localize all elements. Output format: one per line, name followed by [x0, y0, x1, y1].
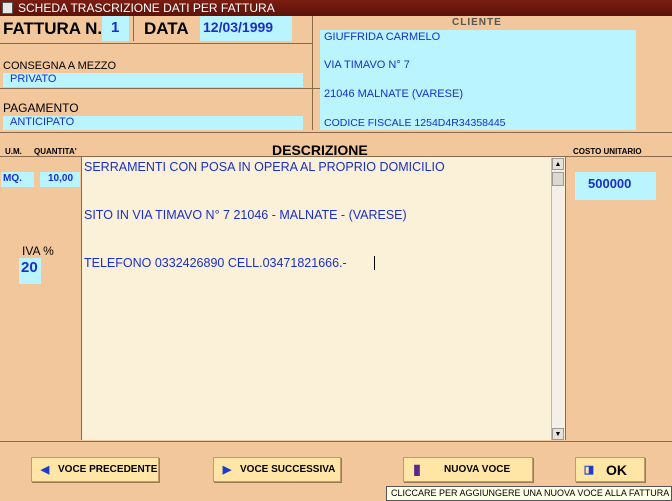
description-line: SITO IN VIA TIMAVO N° 7 21046 - MALNATE …: [84, 208, 407, 222]
scroll-up-icon[interactable]: ▲: [552, 158, 564, 170]
payment-field[interactable]: ANTICIPATO: [3, 116, 303, 130]
client-street: VIA TIMAVO N° 7: [324, 59, 410, 71]
description-textarea[interactable]: SERRAMENTI CON POSA IN OPERA AL PROPRIO …: [81, 157, 565, 440]
unit-column-label: U.M.: [5, 147, 22, 156]
quantity-field[interactable]: 10,00: [40, 172, 80, 187]
tooltip: CLICCARE PER AGGIUNGERE UNA NUOVA VOCE A…: [386, 486, 672, 501]
client-title: CLIENTE: [452, 17, 502, 28]
header-divider-line: [0, 43, 312, 44]
footer-divider: [0, 441, 672, 442]
invoice-number-value: 1: [111, 19, 120, 36]
delivery-divider: [0, 88, 320, 89]
header-divider: [133, 16, 134, 41]
delivery-label: CONSEGNA A MEZZO: [3, 60, 117, 72]
section-divider: [0, 132, 672, 133]
arrow-right-icon: ▶: [222, 464, 232, 476]
book-icon: ▮: [413, 461, 421, 477]
delivery-field[interactable]: PRIVATO: [3, 73, 303, 87]
unit-cost-field[interactable]: 500000: [575, 172, 656, 200]
invoice-number-field[interactable]: 1: [102, 16, 129, 41]
next-item-button[interactable]: ▶ VOCE SUCCESSIVA: [213, 457, 341, 482]
unit-cost-value: 500000: [588, 176, 632, 191]
description-line: SERRAMENTI CON POSA IN OPERA AL PROPRIO …: [84, 160, 445, 174]
new-item-button[interactable]: ▮ NUOVA VOCE: [403, 457, 533, 482]
vat-field[interactable]: 20: [19, 258, 41, 284]
door-exit-icon: ◨: [583, 464, 595, 476]
payment-label: PAGAMENTO: [3, 101, 79, 115]
client-city: 21046 MALNATE (VARESE): [324, 88, 463, 100]
quantity-value: 10,00: [48, 173, 74, 184]
window-title: SCHEDA TRASCRIZIONE DATI PER FATTURA: [18, 1, 275, 15]
date-label: DATA: [144, 19, 189, 38]
client-name: GIUFFRIDA CARMELO: [324, 31, 441, 43]
cost-divider: [565, 157, 566, 440]
quantity-column-label: QUANTITA': [34, 147, 77, 156]
title-bar: SCHEDA TRASCRIZIONE DATI PER FATTURA: [0, 0, 672, 16]
ok-button[interactable]: ◨ OK: [575, 457, 645, 482]
date-field[interactable]: 12/03/1999: [200, 16, 292, 41]
payment-value: ANTICIPATO: [10, 116, 75, 128]
delivery-value: PRIVATO: [10, 73, 57, 85]
previous-item-button[interactable]: ◀ VOCE PRECEDENTE: [31, 457, 159, 482]
client-field[interactable]: GIUFFRIDA CARMELO VIA TIMAVO N° 7 21046 …: [320, 30, 636, 130]
unit-cost-column-label: COSTO UNITARIO: [573, 147, 642, 156]
invoice-number-label: FATTURA N.: [3, 19, 103, 38]
arrow-left-icon: ◀: [40, 464, 50, 476]
date-value: 12/03/1999: [203, 19, 274, 35]
scroll-thumb[interactable]: [552, 172, 564, 186]
client-tax-code: CODICE FISCALE 1254D4R34358445: [324, 117, 506, 129]
unit-field[interactable]: MQ.: [1, 172, 34, 187]
text-cursor: [374, 256, 375, 270]
client-divider: [312, 16, 313, 130]
description-scrollbar[interactable]: ▲ ▼: [551, 158, 564, 440]
vat-label: IVA %: [22, 244, 54, 258]
app-icon: [2, 2, 13, 14]
scroll-down-icon[interactable]: ▼: [552, 428, 564, 440]
unit-value: MQ.: [3, 173, 22, 184]
description-line: TELEFONO 0332426890 CELL.03471821666.-: [84, 256, 347, 270]
vat-value: 20: [21, 259, 38, 276]
